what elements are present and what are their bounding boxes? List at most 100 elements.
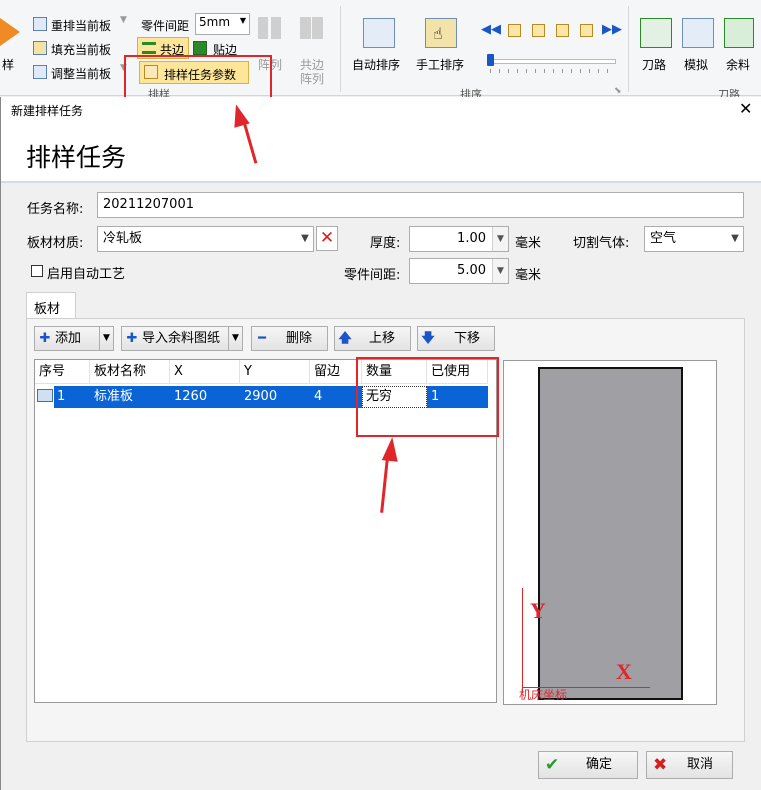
- dialog-header: 排样任务: [1, 121, 761, 183]
- stick-edge-icon: [193, 41, 207, 55]
- chevron-down-icon[interactable]: ▼: [492, 227, 508, 251]
- sort-slider-thumb[interactable]: [487, 54, 494, 66]
- auto-sort-icon: [363, 18, 395, 48]
- thickness-input[interactable]: 1.00 ▼: [409, 226, 509, 252]
- rearrange-icon: [33, 17, 47, 31]
- tab-sheet-label: 板材: [34, 302, 61, 317]
- material-label: 板材材质:: [27, 236, 84, 251]
- common-edge-icon: [142, 42, 156, 54]
- simulate-button[interactable]: 模拟: [684, 56, 708, 73]
- delete-button-label: 删除: [286, 331, 313, 346]
- x-axis-label: X: [616, 659, 632, 684]
- ok-button-label: 确定: [586, 757, 613, 772]
- chevron-down-icon[interactable]: ▼: [228, 327, 242, 350]
- auto-process-checkbox[interactable]: [31, 265, 43, 277]
- column-header[interactable]: Y: [240, 360, 310, 384]
- spacing-unit: 毫米: [515, 268, 542, 283]
- tab-sheet[interactable]: 板材: [26, 292, 76, 319]
- part-spacing-label: 零件间距: [141, 19, 190, 33]
- chevron-down-icon: ▼: [301, 233, 309, 244]
- common-array-label-2[interactable]: 阵列: [300, 70, 324, 87]
- sort-slider-ticks: [490, 69, 616, 73]
- auto-process-label[interactable]: 启用自动工艺: [47, 263, 125, 282]
- check-icon: ✔: [545, 755, 560, 775]
- cancel-button[interactable]: ✖ 取消: [646, 751, 733, 779]
- thickness-unit: 毫米: [515, 236, 542, 251]
- ok-button[interactable]: ✔ 确定: [538, 751, 638, 779]
- minus-icon: ━: [258, 331, 266, 346]
- cell-sheet-name: 标准板: [94, 389, 134, 404]
- chevron-down-icon[interactable]: ▼: [492, 259, 508, 283]
- adjust-icon: [33, 65, 47, 79]
- sort-step-icon-1[interactable]: [508, 24, 521, 37]
- arrow-up-icon: 🡅: [338, 331, 352, 346]
- sheet-rectangle: [538, 367, 683, 700]
- toolpath-icon: [640, 18, 672, 48]
- close-icon: ✕: [319, 228, 335, 248]
- column-header[interactable]: 板材名称: [90, 360, 170, 384]
- close-icon[interactable]: ✕: [739, 99, 752, 118]
- material-select[interactable]: 冷轧板 ▼: [97, 226, 314, 252]
- gas-value: 空气: [650, 231, 677, 246]
- add-button-label: 添加: [55, 331, 82, 346]
- sort-slider-track[interactable]: [490, 59, 616, 64]
- hand-cursor-icon: ☝: [433, 24, 443, 43]
- part-spacing-select[interactable]: 5mm ▼: [195, 13, 250, 35]
- remnant-icon: [724, 18, 754, 48]
- sheet-preview: Y X 机床坐标: [503, 360, 717, 705]
- annotation-box-quantity: [356, 357, 499, 437]
- column-header[interactable]: 序号: [35, 360, 90, 384]
- sheet-lock-icon: [37, 389, 53, 402]
- plus-icon: ✚: [39, 331, 51, 346]
- add-button[interactable]: ✚ 添加 ▼: [34, 326, 114, 351]
- first-icon[interactable]: ◀◀: [481, 22, 501, 37]
- task-name-input[interactable]: 20211207001: [97, 192, 744, 218]
- page-title: 排样任务: [26, 143, 127, 172]
- delete-button[interactable]: ━ 删除: [251, 326, 328, 351]
- sort-step-icon-2[interactable]: [532, 24, 545, 37]
- task-name-label: 任务名称:: [27, 202, 84, 217]
- move-down-label: 下移: [454, 331, 481, 346]
- common-array-icon: [300, 17, 324, 39]
- nest-play-icon[interactable]: [0, 18, 20, 46]
- cell-x: 1260: [174, 389, 208, 404]
- chevron-down-icon: ▼: [239, 16, 246, 25]
- spacing-value: 5.00: [457, 263, 486, 278]
- spacing-input[interactable]: 5.00 ▼: [409, 258, 509, 284]
- dialog-titlebar: 新建排样任务 ✕: [1, 97, 761, 121]
- move-up-button[interactable]: 🡅 上移: [334, 326, 411, 351]
- rearrange-button[interactable]: 重排当前板: [51, 17, 111, 34]
- auto-sort-button[interactable]: 自动排序: [352, 56, 400, 73]
- toolpath-button[interactable]: 刀路: [642, 56, 666, 73]
- rearrange-dropdown-icon[interactable]: ▼: [120, 15, 127, 25]
- move-down-button[interactable]: 🡇 下移: [417, 326, 495, 351]
- last-icon[interactable]: ▶▶: [602, 22, 622, 37]
- column-header[interactable]: X: [170, 360, 240, 384]
- gas-label: 切割气体:: [573, 236, 630, 251]
- column-header[interactable]: 留边: [310, 360, 362, 384]
- nest-button-label[interactable]: 样: [2, 56, 14, 73]
- cell-y: 2900: [244, 389, 278, 404]
- material-value: 冷轧板: [103, 231, 143, 246]
- adjust-button[interactable]: 调整当前板: [51, 65, 111, 82]
- manual-sort-button[interactable]: 手工排序: [416, 56, 464, 73]
- cell-margin: 4: [314, 389, 323, 404]
- fill-button[interactable]: 填充当前板: [51, 41, 111, 58]
- chevron-down-icon[interactable]: ▼: [99, 327, 113, 350]
- clear-material-button[interactable]: ✕: [316, 226, 338, 251]
- close-icon: ✖: [653, 755, 668, 775]
- arrow-down-icon: 🡇: [421, 331, 435, 346]
- annotation-arrow-head: [381, 436, 401, 462]
- fill-icon: [33, 41, 47, 55]
- cancel-button-label: 取消: [687, 757, 714, 772]
- sort-step-icon-4[interactable]: [580, 24, 593, 37]
- dialog-launcher-icon[interactable]: ⬊: [614, 86, 622, 96]
- y-axis-line: [522, 588, 523, 693]
- import-remnant-label: 导入余料图纸: [142, 331, 221, 346]
- import-remnant-button[interactable]: ✚ 导入余料图纸 ▼: [121, 326, 243, 351]
- remnant-button[interactable]: 余料: [726, 56, 750, 73]
- plus-icon: ✚: [126, 331, 138, 346]
- gas-select[interactable]: 空气 ▼: [644, 226, 744, 252]
- sort-step-icon-3[interactable]: [556, 24, 569, 37]
- simulate-icon: [682, 18, 714, 48]
